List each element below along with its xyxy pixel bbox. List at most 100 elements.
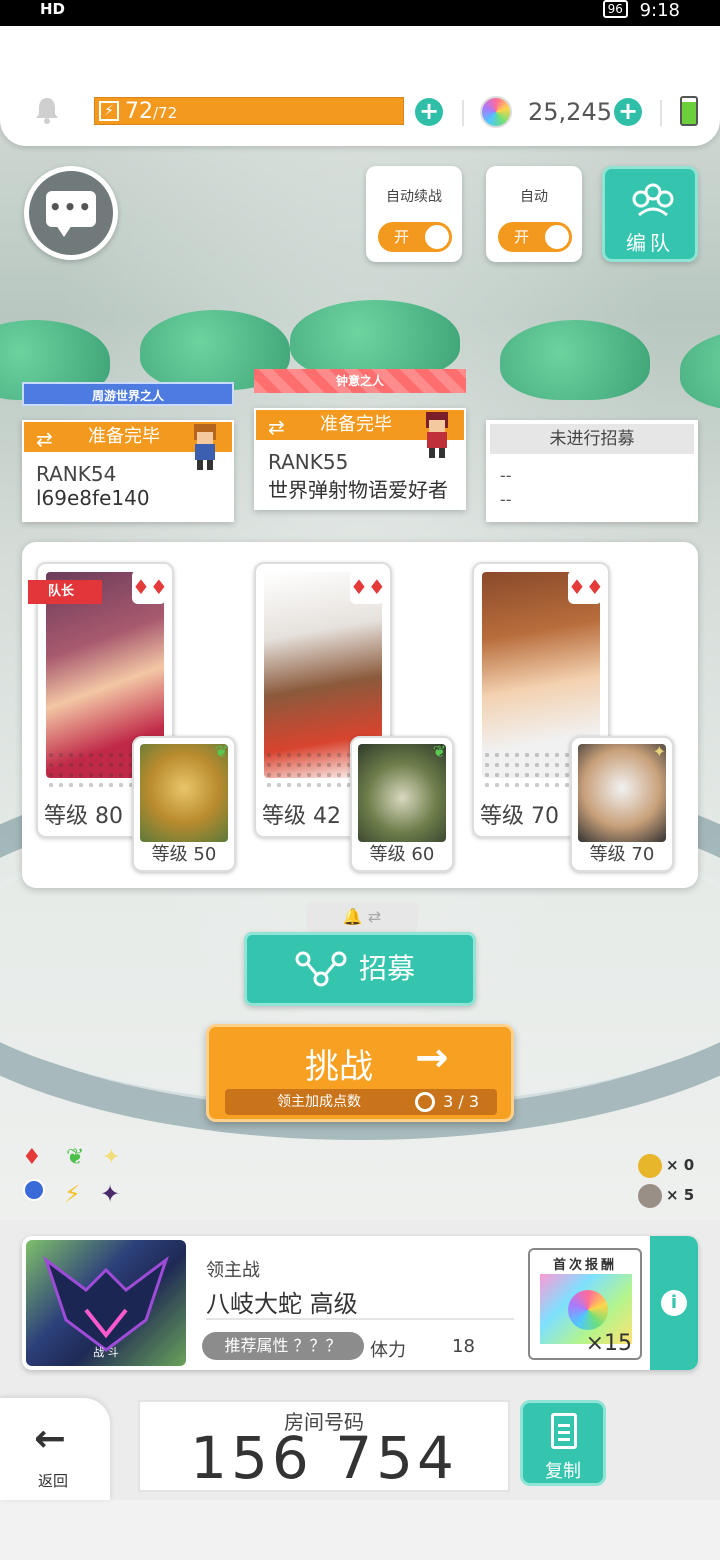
divider <box>462 100 464 126</box>
lightning-icon: ⚡ <box>99 101 119 121</box>
add-gems-button[interactable]: + <box>614 98 642 126</box>
character-level: 等级 80 <box>44 804 123 829</box>
battery-icon <box>680 96 698 126</box>
toggle-switch[interactable]: 开 <box>378 222 452 252</box>
back-button[interactable]: ← 返回 <box>0 1398 110 1500</box>
challenge-button[interactable]: 挑战 → 领主加成点数 3 / 3 <box>206 1024 514 1122</box>
copy-label: 复制 <box>545 1461 581 1482</box>
loop-icon: ⇄ <box>36 427 53 451</box>
back-label: 返回 <box>37 1472 68 1490</box>
challenge-label: 挑战 <box>305 1047 373 1087</box>
toggle-state: 开 <box>514 228 530 246</box>
player-title-banner: 钟意之人 <box>254 369 466 393</box>
info-button[interactable]: i <box>650 1236 698 1370</box>
chat-bubble-icon: ••• <box>46 191 96 237</box>
gold-medal: × 0 <box>638 1150 708 1180</box>
toggle-state: 开 <box>394 228 410 246</box>
wind-icon: ❦ <box>66 1145 84 1170</box>
wind-leaf-icon: ❦ <box>214 742 228 761</box>
diamond-suit-icon: ♦♦ <box>132 570 168 604</box>
boss-portrait: 战 斗 <box>26 1240 186 1366</box>
navigation-bar <box>0 1500 720 1560</box>
auto-toggle[interactable]: 自动 开 <box>486 166 582 262</box>
medal-counter: × 0 × 5 <box>638 1150 708 1210</box>
light-star-icon: ✦ <box>652 742 666 761</box>
stamina-label: 体力 <box>370 1340 406 1361</box>
recruit-button[interactable]: 招募 <box>244 932 476 1006</box>
toggle-knob <box>425 225 449 249</box>
water-icon <box>23 1179 45 1201</box>
status-right: 96 9:18 <box>597 0 680 21</box>
battery-level: 96 <box>602 0 628 18</box>
party-panel: ♦♦ 等级 80 ❦ 等级 50 ♦♦ 等级 42 ❦ 等级 60 ♦♦ 等级 … <box>22 542 698 888</box>
diamond-suit-icon: ♦♦ <box>568 570 604 604</box>
character-level: 等级 70 <box>480 804 559 829</box>
resource-bar: ⚡ 72/72 + 25,245 + <box>0 26 720 146</box>
toggle-knob <box>545 225 569 249</box>
bronze-medal: × 5 <box>638 1180 708 1210</box>
clock: 9:18 <box>639 0 680 21</box>
gold-medal-icon <box>638 1153 662 1178</box>
stamina-value: 72/72 <box>125 99 178 124</box>
thunder-icon: ⚡ <box>64 1180 81 1208</box>
character-level: 等级 42 <box>262 804 341 829</box>
tree-decoration <box>500 320 650 400</box>
stamina-bar: ⚡ 72/72 <box>94 97 404 125</box>
add-stamina-button[interactable]: + <box>415 98 443 126</box>
player-slot-2[interactable]: ⇄ 准备完毕 RANK55 世界弹射物语爱好者 <box>254 408 466 510</box>
prism-gem-icon <box>480 96 512 128</box>
divider <box>206 1318 514 1320</box>
light-icon: ✦ <box>102 1145 120 1170</box>
player-name: l69e8fe140 <box>36 486 150 510</box>
loop-icon: ⇄ <box>268 415 285 439</box>
player-title-banner: 周游世界之人 <box>22 382 234 406</box>
player-slot-1[interactable]: ⇄ 准备完毕 RANK54 l69e8fe140 <box>22 420 234 522</box>
arrow-left-icon: ← <box>34 1416 66 1460</box>
player-rank: RANK54 <box>36 462 117 486</box>
chat-button[interactable]: ••• <box>24 166 118 260</box>
reward-count: ×15 <box>585 1331 632 1356</box>
wind-leaf-icon: ❦ <box>432 742 446 761</box>
player-rank: RANK55 <box>268 450 349 474</box>
system-status-bar: HD 96 9:18 <box>0 0 720 26</box>
player-slot-3[interactable]: 未进行招募 -- -- <box>486 420 698 522</box>
element-affinity-chart[interactable]: ♦ ❦ ✦ ⚡ ✦ <box>22 1140 132 1210</box>
stamina-cost: 18 <box>452 1336 475 1357</box>
tree-decoration <box>680 330 720 410</box>
gem-count: 25,245 <box>528 98 612 126</box>
team-edit-label: 编队 <box>626 231 674 255</box>
character-level: 等级 70 <box>589 844 655 865</box>
character-level: 等级 60 <box>369 844 435 865</box>
arrow-right-icon: → <box>415 1035 449 1081</box>
not-recruited-label: 未进行招募 <box>490 424 694 454</box>
character-level: 等级 50 <box>151 844 217 865</box>
party-sub-card[interactable]: ✦ 等级 70 <box>570 736 674 872</box>
team-edit-button[interactable]: 编队 <box>602 166 698 262</box>
bonus-value: 3 / 3 <box>443 1092 479 1111</box>
auto-continue-toggle[interactable]: 自动续战 开 <box>366 166 462 262</box>
player-rank: -- <box>500 466 512 485</box>
party-sub-card[interactable]: ❦ 等级 50 <box>132 736 236 872</box>
dark-icon: ✦ <box>100 1180 120 1208</box>
room-number: 156 754 <box>190 1424 458 1492</box>
room-number-box: 房间号码 156 754 <box>138 1400 510 1492</box>
player-name: -- <box>500 490 512 509</box>
network-indicator: HD <box>40 0 66 18</box>
player-avatar-sprite <box>426 412 448 458</box>
fire-icon: ♦ <box>22 1145 42 1170</box>
boss-info-card[interactable]: 战 斗 领主战 八岐大蛇 高级 推荐属性 ？？？ 体力 18 首次报酬 ×15 <box>22 1236 698 1370</box>
copy-button[interactable]: 复制 <box>520 1400 606 1486</box>
toggle-switch[interactable]: 开 <box>498 222 572 252</box>
info-icon: i <box>661 1290 687 1316</box>
reward-title: 首次报酬 <box>552 1258 617 1273</box>
tree-decoration <box>290 300 460 380</box>
swap-controls[interactable]: 🔔 ⇄ <box>306 902 418 932</box>
bonus-ring-icon <box>415 1092 435 1112</box>
recommended-attribute: 推荐属性 ？？？ <box>202 1332 364 1360</box>
party-sub-card[interactable]: ❦ 等级 60 <box>350 736 454 872</box>
boss-name: 八岐大蛇 高级 <box>206 1290 358 1318</box>
divider <box>660 100 662 126</box>
bell-icon[interactable] <box>34 96 60 124</box>
player-avatar-sprite <box>194 424 216 470</box>
leader-tag: 队长 <box>28 580 102 604</box>
